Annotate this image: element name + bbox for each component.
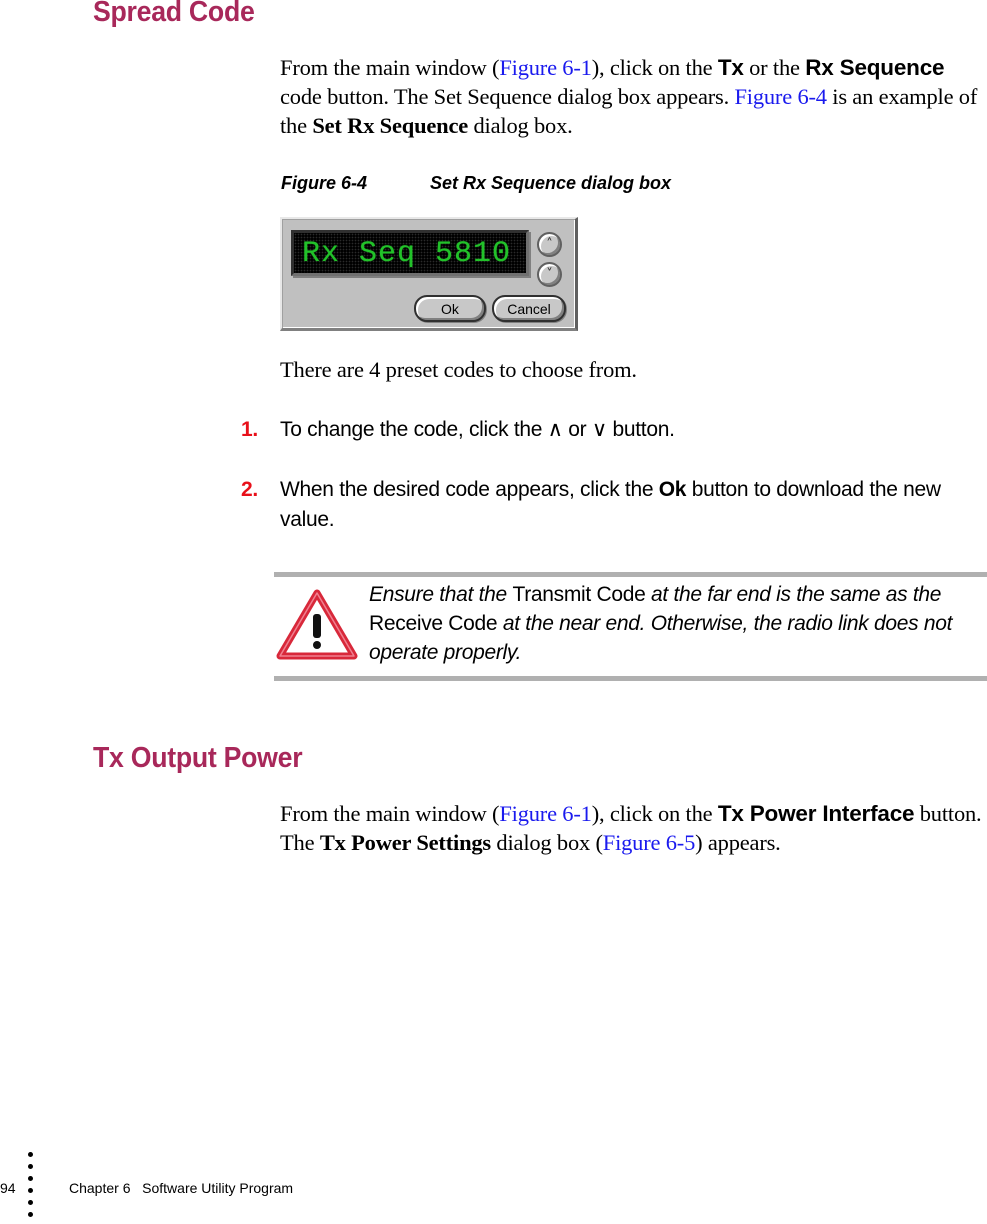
- preset-codes-text: There are 4 preset codes to choose from.: [280, 357, 637, 382]
- text: Ensure that the: [369, 583, 513, 606]
- cancel-button[interactable]: Cancel: [492, 295, 566, 322]
- page-number: 94: [0, 1180, 16, 1196]
- step-number: 2.: [241, 478, 258, 501]
- decrement-button[interactable]: ˅: [537, 262, 562, 287]
- link-figure-6-1[interactable]: Figure 6-1: [499, 801, 592, 826]
- tx-power-paragraph: From the main window (Figure 6-1), click…: [280, 799, 987, 857]
- text: From the main window (: [280, 801, 500, 826]
- term-receive-code: Receive Code: [369, 612, 498, 635]
- step-number: 1.: [241, 418, 258, 441]
- step-text: To change the code, click the ∧ or ∨ but…: [280, 418, 675, 441]
- bold-term-ok: Ok: [658, 478, 687, 501]
- bold-term-rx-sequence: Rx Sequence: [805, 55, 945, 80]
- bold-term-tx: Tx: [717, 55, 744, 80]
- intro-paragraph: From the main window (Figure 6-1), click…: [280, 53, 987, 140]
- text: dialog box.: [468, 113, 573, 138]
- step-text: When the desired code appears, click the…: [280, 475, 987, 535]
- bold-term-tx-power-settings: Tx Power Settings: [319, 830, 491, 855]
- warning-triangle-icon: [276, 589, 358, 660]
- footer-dots-decoration: [28, 1152, 34, 1224]
- bold-term-set-rx-sequence: Set Rx Sequence: [312, 113, 469, 138]
- text: or the: [743, 55, 806, 80]
- note-bottom-rule: [274, 676, 987, 681]
- text: ), click on the: [591, 55, 718, 80]
- bold-term-tx-power-interface: Tx Power Interface: [717, 801, 915, 826]
- ok-button[interactable]: Ok: [414, 295, 486, 322]
- text: When the desired code appears, click the: [280, 478, 659, 501]
- figure-caption: Figure 6-4 Set Rx Sequence dialog box: [281, 173, 671, 194]
- link-figure-6-4[interactable]: Figure 6-4: [734, 84, 827, 109]
- text: dialog box (: [491, 830, 603, 855]
- note-top-rule: [274, 572, 987, 577]
- increment-button[interactable]: ˄: [537, 232, 562, 257]
- text: code button. The Set Sequence dialog box…: [280, 84, 735, 109]
- text: ), click on the: [591, 801, 718, 826]
- text: ) appears.: [695, 830, 781, 855]
- figure-number: Figure 6-4: [281, 173, 368, 193]
- text: From the main window (: [280, 55, 500, 80]
- set-rx-sequence-dialog: Rx Seq 5810 ˄ ˅ Ok Cancel: [280, 217, 578, 331]
- term-transmit-code: Transmit Code: [512, 583, 646, 606]
- warning-note-text: Ensure that the Transmit Code at the far…: [369, 580, 987, 667]
- link-figure-6-1[interactable]: Figure 6-1: [499, 55, 592, 80]
- link-figure-6-5[interactable]: Figure 6-5: [603, 830, 696, 855]
- chevron-down-icon: ˅: [546, 267, 553, 282]
- sequence-display: Rx Seq 5810: [291, 230, 529, 276]
- section-heading-tx-output-power: Tx Output Power: [93, 742, 303, 774]
- sequence-display-text: Rx Seq 5810: [302, 237, 512, 271]
- figure-title: Set Rx Sequence dialog box: [430, 173, 672, 193]
- chevron-up-icon: ˄: [546, 237, 553, 252]
- text: at the far end is the same as the: [645, 583, 942, 606]
- section-heading-spread-code: Spread Code: [93, 0, 255, 28]
- chapter-title: Chapter 6 Software Utility Program: [69, 1180, 294, 1196]
